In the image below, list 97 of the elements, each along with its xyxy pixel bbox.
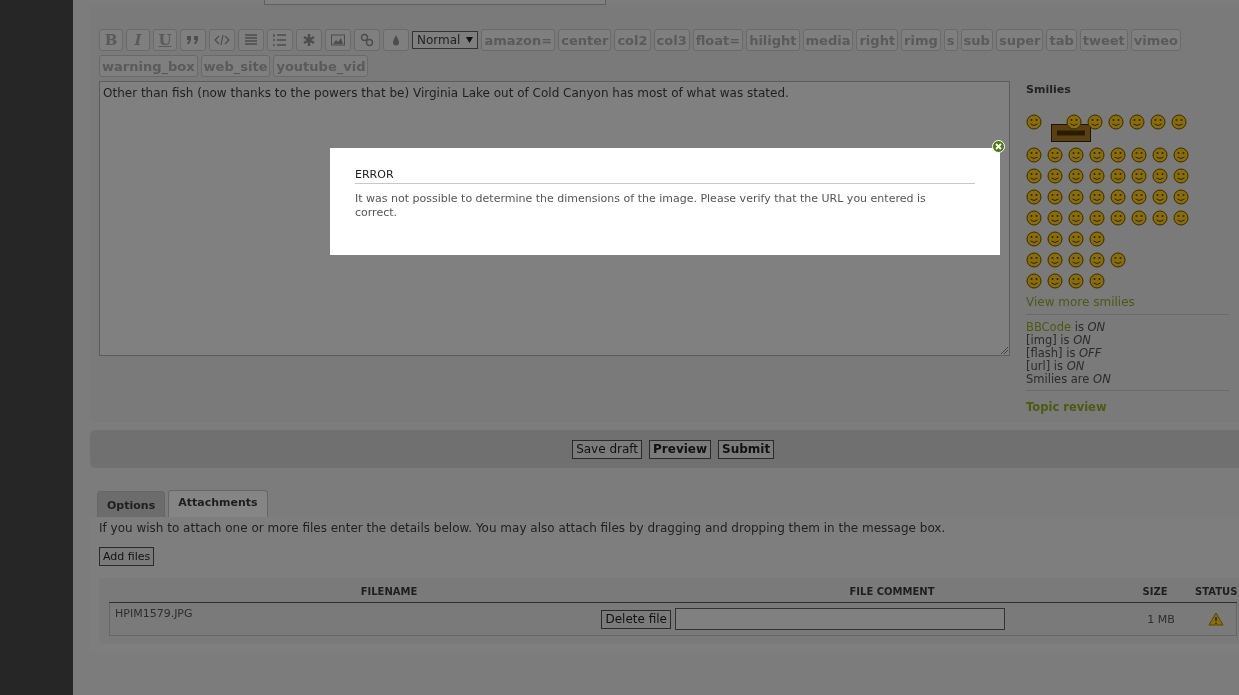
smiley-icon[interactable] [1110, 209, 1126, 226]
code-icon [214, 32, 230, 48]
topic-review-link[interactable]: Topic review [1026, 390, 1229, 414]
smiley-icon[interactable] [1047, 167, 1063, 184]
smiley-icon[interactable] [1026, 146, 1042, 163]
smiley-icon[interactable] [1131, 146, 1147, 163]
status-line: [flash] is OFF [1026, 347, 1103, 360]
smiley-icon[interactable] [1089, 209, 1105, 226]
bullet-list-icon [243, 32, 259, 48]
smiley-icon[interactable] [1089, 188, 1105, 205]
action-button[interactable]: Submit [718, 439, 775, 459]
smiley-icon[interactable] [1173, 209, 1189, 226]
smiley-icon[interactable] [1131, 188, 1147, 205]
smiley-icon[interactable] [1026, 230, 1042, 247]
file-comment-field[interactable] [675, 608, 1005, 630]
smiley-icon[interactable] [1068, 251, 1084, 268]
status-line: [url] is ON [1026, 360, 1086, 373]
smiley-icon[interactable] [1068, 167, 1084, 184]
status-line: BBCode is ON [1026, 321, 1107, 334]
smiley-icon[interactable] [1131, 209, 1147, 226]
image-button[interactable] [325, 29, 351, 51]
tab[interactable]: Options [97, 491, 166, 517]
quote-button[interactable] [180, 29, 206, 51]
smiley-icon[interactable] [1173, 167, 1189, 184]
smiley-icon[interactable] [1047, 230, 1063, 247]
action-button[interactable]: Preview [649, 439, 712, 459]
smiley-icon[interactable] [1152, 209, 1168, 226]
asterisk-button[interactable] [296, 29, 322, 51]
smiley-icon[interactable] [1026, 251, 1042, 268]
dialog-message: It was not possible to determine the dimensions of the image. Please verify that the URL you entered is correct. [355, 192, 927, 220]
smiley-icon[interactable] [1131, 167, 1147, 184]
font-size-select[interactable]: Normal [412, 31, 479, 49]
smiley-icon[interactable] [1089, 251, 1105, 268]
warning-icon [1208, 612, 1225, 626]
code-button[interactable] [209, 29, 235, 51]
smiley-icon[interactable] [1047, 251, 1063, 268]
column-header: SIZE [1141, 586, 1169, 597]
status-line: Smilies are ON [1026, 373, 1112, 386]
smiley-icon[interactable] [1068, 209, 1084, 226]
smiley-icon[interactable] [1150, 114, 1166, 130]
smiley-icon[interactable] [1068, 146, 1084, 163]
smiley-icon[interactable] [1089, 272, 1105, 289]
smiley-icon[interactable] [1047, 188, 1063, 205]
numbered-list-button[interactable] [267, 29, 293, 51]
smiley-icon[interactable] [1026, 272, 1042, 289]
drop-button[interactable] [383, 29, 409, 51]
smiley-icon[interactable] [1026, 167, 1042, 184]
smiley-icon[interactable] [1047, 209, 1063, 226]
smiley-icon[interactable] [1152, 188, 1168, 205]
smilies-heading: Smilies [1026, 83, 1072, 96]
smiley-icon[interactable] [1173, 188, 1189, 205]
smiley-icon[interactable] [1173, 146, 1189, 163]
asterisk-icon [301, 32, 317, 48]
text-field[interactable] [264, 0, 606, 5]
dialog-title: ERROR [355, 168, 975, 184]
smiley-icon[interactable] [1152, 167, 1168, 184]
smiley-icon[interactable] [1026, 188, 1042, 205]
add-files-button[interactable]: Add files [99, 547, 155, 566]
view-more-smilies-link[interactable]: View more smilies [1026, 295, 1229, 315]
caret-icon [466, 37, 474, 43]
resize-grip-icon[interactable] [1000, 346, 1008, 354]
smiley-icon[interactable] [1129, 114, 1145, 130]
smiley-icon[interactable] [1068, 230, 1084, 247]
smiley-icon[interactable] [1110, 251, 1126, 268]
smiley-icon[interactable] [1108, 114, 1124, 130]
bbcode-link[interactable]: BBCode [1026, 320, 1072, 334]
link-button[interactable] [354, 29, 380, 51]
size-cell-text: 1 MB [1146, 612, 1176, 626]
smiley-icon[interactable] [1171, 114, 1187, 130]
smiley-icon[interactable] [1047, 146, 1063, 163]
filename-cell-text: HPIM1579.JPG [115, 607, 194, 620]
tab[interactable]: Attachments [168, 490, 268, 517]
smiley-icon[interactable] [1066, 114, 1082, 130]
action-button[interactable]: Save draft [572, 439, 643, 459]
numbered-list-icon [272, 32, 288, 48]
smiley-icon[interactable] [1026, 114, 1042, 130]
column-header: STATUS [1195, 586, 1238, 597]
column-header: FILE COMMENT [848, 586, 936, 597]
bullet-list-button[interactable] [238, 29, 264, 51]
image-icon [330, 32, 346, 48]
smiley-icon[interactable] [1068, 188, 1084, 205]
smiley-icon[interactable] [1089, 146, 1105, 163]
smiley-icon[interactable] [1152, 146, 1168, 163]
status-line: [img] is ON [1026, 334, 1092, 347]
smiley-icon[interactable] [1068, 272, 1084, 289]
smiley-icon[interactable] [1089, 167, 1105, 184]
smiley-icon[interactable] [1047, 272, 1063, 289]
attach-hint: If you wish to attach one or more files enter the details below. You may also attach files by dragging and dropping them in the message box. [99, 521, 947, 535]
smiley-icon[interactable] [1026, 209, 1042, 226]
smiley-icon[interactable] [1110, 146, 1126, 163]
link-icon [359, 32, 375, 48]
delete-file-button[interactable]: Delete file [601, 609, 671, 629]
smiley-icon[interactable] [1087, 114, 1103, 130]
column-header: FILENAME [359, 586, 419, 597]
smiley-icon[interactable] [1110, 167, 1126, 184]
smiley-icon[interactable] [1089, 230, 1105, 247]
smiley-icon[interactable] [1110, 188, 1126, 205]
